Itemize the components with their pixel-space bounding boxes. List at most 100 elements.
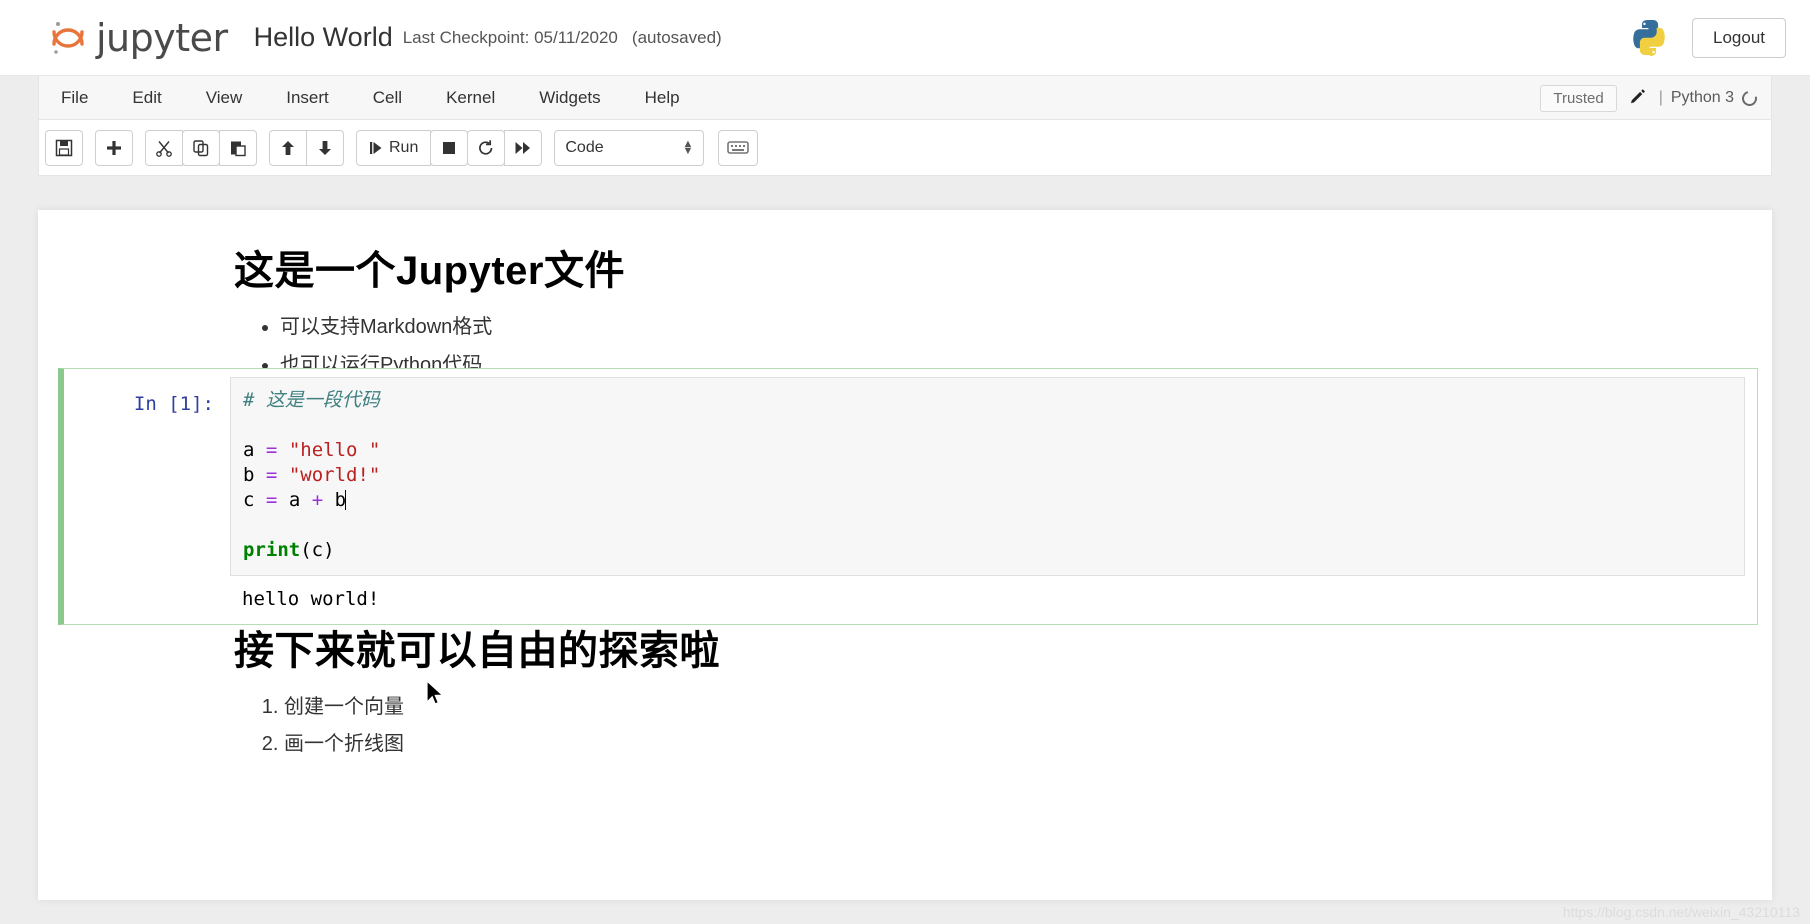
code-editor-input[interactable]: # 这是一段代码 a = "hello " b = "world!" c = a… xyxy=(230,377,1745,576)
code-operand-left: a xyxy=(288,489,301,511)
markdown-intro-block: 这是一个Jupyter文件 可以支持Markdown格式 也可以运行Python… xyxy=(38,238,1772,377)
code-op-assign-c: = xyxy=(265,489,278,511)
markdown-ordered-list: 创建一个向量 画一个折线图 xyxy=(234,690,1732,756)
kernel-separator: | xyxy=(1658,89,1663,106)
toolbar-group-move xyxy=(269,129,344,166)
brand-text: jupyter xyxy=(96,15,228,60)
trusted-badge[interactable]: Trusted xyxy=(1540,84,1617,112)
markdown-bullet-list: 可以支持Markdown格式 也可以运行Python代码 xyxy=(234,310,1732,377)
notebook-header: 知乎 jupyter Hello World Last Checkpoint: … xyxy=(0,0,1810,126)
mouse-cursor xyxy=(426,680,444,705)
code-line-b: b = "world!" xyxy=(243,464,380,486)
autosaved-status: (autosaved) xyxy=(631,27,722,47)
notebook-title[interactable]: Hello World xyxy=(254,22,393,53)
kernel-idle-circle-icon xyxy=(1739,87,1760,109)
code-line-c: c = a + b xyxy=(243,489,347,511)
code-op-assign-b: = xyxy=(265,464,278,486)
code-cell-output-row: hello world! xyxy=(64,582,1745,612)
code-var-c: c xyxy=(243,489,255,511)
menu-item-view[interactable]: View xyxy=(184,76,265,120)
notebook-page: 这是一个Jupyter文件 可以支持Markdown格式 也可以运行Python… xyxy=(38,210,1772,900)
keyboard-icon xyxy=(727,141,750,154)
chevron-updown-icon: ▲ ▼ xyxy=(682,137,694,157)
list-item: 画一个折线图 xyxy=(284,727,1732,756)
insert-cell-below-button[interactable] xyxy=(95,129,133,166)
code-string-b: "world!" xyxy=(288,464,381,486)
jupyter-logo-icon xyxy=(52,21,84,54)
run-button-label: Run xyxy=(389,138,419,156)
markdown-heading-next-steps: 接下来就可以自由的探索啦 xyxy=(234,629,720,673)
copy-cell-button[interactable] xyxy=(182,129,220,166)
menu-item-kernel[interactable]: Kernel xyxy=(424,76,517,120)
code-cell-input-row: In [1]: # 这是一段代码 a = "hello " b = "world… xyxy=(64,377,1745,576)
menu-bar: File Edit View Insert Cell Kernel Widget… xyxy=(38,76,1772,120)
fast-forward-icon xyxy=(515,141,531,154)
code-cell-output: hello world! xyxy=(242,588,380,610)
code-var-b: b xyxy=(243,464,255,486)
code-cell-selected[interactable]: In [1]: # 这是一段代码 a = "hello " b = "world… xyxy=(58,368,1758,625)
menu-item-file[interactable]: File xyxy=(39,76,110,120)
command-palette-button[interactable] xyxy=(718,129,759,166)
notebook-toolbar: Run Code ▲ ▼ xyxy=(38,120,1772,176)
cell-type-dropdown[interactable]: Code ▲ ▼ xyxy=(554,129,705,166)
menu-item-cell[interactable]: Cell xyxy=(351,76,424,120)
text-caret xyxy=(345,490,347,510)
code-line-a: a = "hello " xyxy=(243,439,380,461)
toolbar-group-run: Run xyxy=(356,129,543,166)
menu-item-widgets[interactable]: Widgets xyxy=(517,76,622,120)
floppy-disk-icon xyxy=(55,139,73,156)
list-item: 创建一个向量 xyxy=(284,690,1732,719)
logout-button[interactable]: Logout xyxy=(1692,18,1786,58)
toolbar-group-clipboard xyxy=(145,129,257,166)
python-logo-icon xyxy=(1633,20,1665,56)
paste-icon xyxy=(231,141,246,156)
code-builtin-print: print xyxy=(243,539,301,561)
run-cell-button[interactable]: Run xyxy=(356,129,432,166)
run-icon xyxy=(370,141,382,154)
code-line-print: print(c) xyxy=(243,539,335,561)
code-cell-prompt: In [1]: xyxy=(133,393,214,415)
toolbar-group-save xyxy=(45,129,83,166)
code-string-a: "hello " xyxy=(288,439,381,461)
move-cell-down-button[interactable] xyxy=(306,129,344,166)
code-op-assign-a: = xyxy=(265,439,278,461)
last-checkpoint-label: Last Checkpoint: 05/11/2020 xyxy=(402,27,618,47)
restart-and-run-all-button[interactable] xyxy=(504,129,543,166)
menu-item-edit[interactable]: Edit xyxy=(110,76,183,120)
stop-square-icon xyxy=(443,141,456,154)
cell-type-value: Code xyxy=(565,138,604,156)
jupyter-notebook-app: 知乎 jupyter Hello World Last Checkpoint: … xyxy=(0,0,1810,924)
list-item: 可以支持Markdown格式 xyxy=(280,310,1732,339)
save-button[interactable] xyxy=(45,129,83,166)
code-print-args: (c) xyxy=(300,539,335,561)
plus-icon xyxy=(107,140,121,155)
menu-item-insert[interactable]: Insert xyxy=(264,76,351,120)
arrow-up-icon xyxy=(282,140,294,155)
move-cell-up-button[interactable] xyxy=(269,129,307,166)
markdown-cell-intro[interactable]: 这是一个Jupyter文件 可以支持Markdown格式 也可以运行Python… xyxy=(38,210,1772,377)
code-comment-line: # 这是一段代码 xyxy=(243,389,380,411)
restart-kernel-button[interactable] xyxy=(467,129,506,166)
copy-icon xyxy=(193,139,209,156)
arrow-down-icon xyxy=(319,140,331,155)
pencil-icon[interactable] xyxy=(1629,89,1647,107)
restart-circular-arrow-icon xyxy=(479,139,493,155)
markdown-cell-next-steps[interactable]: 接下来就可以自由的探索啦 创建一个向量 画一个折线图 xyxy=(38,618,1772,764)
jupyter-brand[interactable]: jupyter xyxy=(46,16,228,60)
toolbar-group-palette xyxy=(718,129,759,166)
menu-item-help[interactable]: Help xyxy=(623,76,702,120)
page-watermark: https://blog.csdn.net/weixin_43210113 xyxy=(1562,904,1800,920)
scissors-icon xyxy=(156,140,172,157)
cut-cell-button[interactable] xyxy=(145,129,183,166)
paste-cell-button[interactable] xyxy=(219,129,257,166)
toolbar-group-insert xyxy=(95,129,133,166)
header-right-group: Logout xyxy=(1628,0,1786,76)
menubar-status-group: Trusted | Python 3 xyxy=(1540,76,1760,120)
code-op-plus: + xyxy=(311,489,324,511)
output-prompt-empty xyxy=(64,582,230,612)
kernel-name-label: Python 3 xyxy=(1670,89,1734,106)
markdown-heading-intro: 这是一个Jupyter文件 xyxy=(234,249,625,293)
code-var-a: a xyxy=(243,439,255,461)
kernel-indicator[interactable]: | Python 3 xyxy=(1658,87,1760,109)
interrupt-kernel-button[interactable] xyxy=(430,129,469,166)
